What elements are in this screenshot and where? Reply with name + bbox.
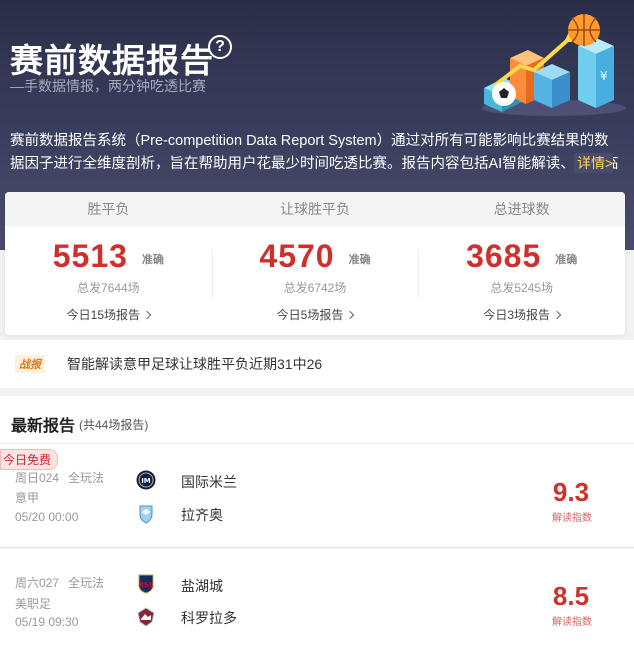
stats-tab-handicap[interactable]: 让球胜平负 <box>212 192 419 226</box>
league-name: 美职足 <box>15 597 52 611</box>
stat-column-wdl: 5513 准确 总发7644场 今日15场报告 <box>5 226 212 323</box>
svg-text:RSL: RSL <box>139 581 154 589</box>
page-title: 赛前数据报告 <box>10 42 214 79</box>
away-team-name: 科罗拉多 <box>181 610 237 626</box>
chevron-right-icon <box>552 310 562 320</box>
inter-milan-logo-icon: IM <box>136 470 156 490</box>
report-list-count: (共44场报告) <box>79 418 149 432</box>
news-text: 智能解读意甲足球让球胜平负近期31中26 <box>67 356 323 372</box>
data-blocks-illustration-icon: ¥ <box>482 14 626 116</box>
help-icon[interactable]: ? <box>208 35 232 59</box>
hero-description: 赛前数据报告系统（Pre-competition Data Report Sys… <box>10 133 618 172</box>
svg-text:¥: ¥ <box>600 69 608 83</box>
news-badge: 战报 <box>15 355 45 373</box>
detail-link[interactable]: 详情> <box>574 153 614 173</box>
report-list-header: 最新报告 (共44场报告) <box>0 396 634 444</box>
real-salt-lake-logo-icon: RSL <box>138 574 154 594</box>
hero-subtitle: —手数据情报，两分钟吃透比赛 <box>10 78 206 94</box>
match-row[interactable]: 周六027 全玩法 美职足 05/19 09:30 RSL 盐湖城 科罗拉多 8… <box>0 549 634 647</box>
home-team-name: 盐湖城 <box>181 578 223 594</box>
away-team-name: 拉齐奥 <box>181 507 223 523</box>
stat-count: 5513 <box>52 238 128 274</box>
stat-total: 总发7644场 <box>76 281 140 295</box>
stats-card: 胜平负 让球胜平负 总进球数 5513 准确 总发7644场 今日15场报告 45… <box>5 192 625 335</box>
lazio-logo-icon <box>139 505 153 524</box>
stat-accuracy-label: 准确 <box>348 254 371 266</box>
stat-column-total-goals: 3685 准确 总发5245场 今日3场报告 <box>418 226 625 323</box>
interpretation-score-label: 解读指数 <box>552 617 592 628</box>
stat-count: 3685 <box>466 238 542 274</box>
today-reports-label: 今日15场报告 <box>66 308 141 322</box>
match-number: 周六027 <box>15 576 60 590</box>
chevron-right-icon <box>142 310 152 320</box>
interpretation-score-label: 解读指数 <box>552 513 592 524</box>
today-reports-label: 今日3场报告 <box>483 308 551 322</box>
play-type: 全玩法 <box>68 471 105 485</box>
home-team-name: 国际米兰 <box>181 474 237 490</box>
news-ticker[interactable]: 战报 智能解读意甲足球让球胜平负近期31中26 <box>0 340 634 388</box>
colorado-logo-icon <box>137 607 155 627</box>
stat-column-handicap: 4570 准确 总发6742场 今日5场报告 <box>211 226 419 323</box>
stats-tab-wdl[interactable]: 胜平负 <box>5 192 212 226</box>
today-reports-label: 今日5场报告 <box>276 308 344 322</box>
match-row[interactable]: 今日免费 周日024 全玩法 意甲 05/20 00:00 IM 国际米兰 拉齐… <box>0 444 634 548</box>
match-number: 周日024 <box>15 471 60 485</box>
stat-total: 总发6742场 <box>283 281 347 295</box>
stat-accuracy-label: 准确 <box>141 254 164 266</box>
today-reports-link[interactable]: 今日5场报告 <box>212 306 419 323</box>
stats-tab-total-goals[interactable]: 总进球数 <box>418 192 625 226</box>
interpretation-score: 9.3 <box>552 477 590 507</box>
league-name: 意甲 <box>15 491 40 505</box>
stats-tabs: 胜平负 让球胜平负 总进球数 <box>5 192 625 226</box>
svg-text:IM: IM <box>141 477 151 485</box>
match-time: 05/19 09:30 <box>15 615 79 629</box>
today-reports-link[interactable]: 今日15场报告 <box>5 306 212 323</box>
free-badge: 今日免费 <box>0 449 59 470</box>
interpretation-score: 8.5 <box>552 581 590 611</box>
match-time: 05/20 00:00 <box>15 510 79 524</box>
today-reports-link[interactable]: 今日3场报告 <box>418 306 625 323</box>
report-list-title: 最新报告 <box>11 418 76 435</box>
chevron-right-icon <box>346 310 355 320</box>
stat-total: 总发5245场 <box>490 281 554 295</box>
stat-accuracy-label: 准确 <box>555 254 578 266</box>
play-type: 全玩法 <box>68 576 105 590</box>
stat-count: 4570 <box>259 238 335 274</box>
